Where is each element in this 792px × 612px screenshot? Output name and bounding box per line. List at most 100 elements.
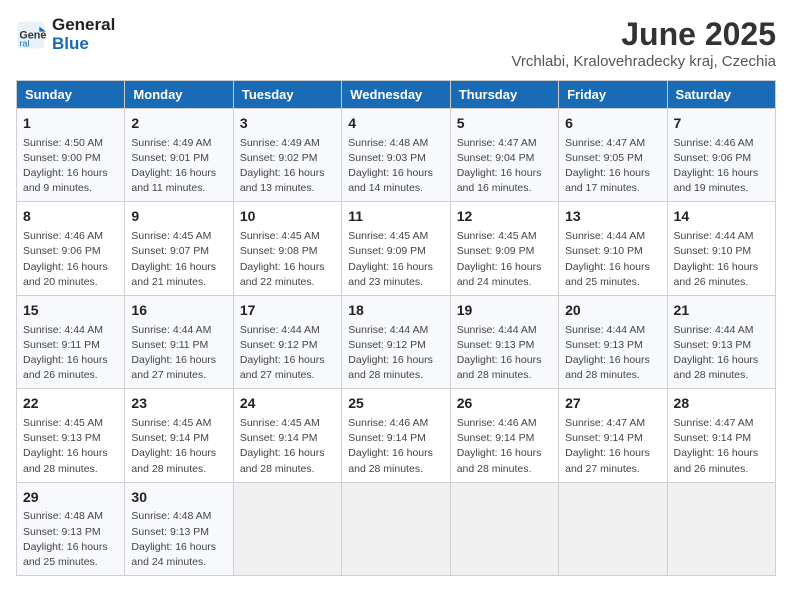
day-info: Sunrise: 4:44 AMSunset: 9:12 PMDaylight:… bbox=[240, 323, 335, 384]
day-number: 18 bbox=[348, 301, 443, 321]
day-number: 24 bbox=[240, 394, 335, 414]
day-number: 2 bbox=[131, 114, 226, 134]
day-header-monday: Monday bbox=[125, 81, 233, 109]
day-number: 21 bbox=[674, 301, 769, 321]
day-info: Sunrise: 4:44 AMSunset: 9:10 PMDaylight:… bbox=[565, 229, 660, 290]
calendar-cell: 23Sunrise: 4:45 AMSunset: 9:14 PMDayligh… bbox=[125, 389, 233, 482]
day-info: Sunrise: 4:44 AMSunset: 9:13 PMDaylight:… bbox=[674, 323, 769, 384]
calendar-cell: 29Sunrise: 4:48 AMSunset: 9:13 PMDayligh… bbox=[17, 482, 125, 575]
day-number: 8 bbox=[23, 207, 118, 227]
calendar-cell: 2Sunrise: 4:49 AMSunset: 9:01 PMDaylight… bbox=[125, 109, 233, 202]
calendar-cell bbox=[233, 482, 341, 575]
day-number: 10 bbox=[240, 207, 335, 227]
main-title: June 2025 bbox=[511, 16, 776, 53]
day-number: 17 bbox=[240, 301, 335, 321]
day-number: 16 bbox=[131, 301, 226, 321]
day-number: 19 bbox=[457, 301, 552, 321]
header: Gene ral General Blue June 2025 Vrchlabi… bbox=[16, 16, 776, 70]
calendar-cell: 27Sunrise: 4:47 AMSunset: 9:14 PMDayligh… bbox=[559, 389, 667, 482]
logo-line1: General bbox=[52, 16, 115, 35]
calendar-cell: 3Sunrise: 4:49 AMSunset: 9:02 PMDaylight… bbox=[233, 109, 341, 202]
day-info: Sunrise: 4:44 AMSunset: 9:10 PMDaylight:… bbox=[674, 229, 769, 290]
day-number: 29 bbox=[23, 488, 118, 508]
logo-line2: Blue bbox=[52, 35, 115, 54]
day-number: 4 bbox=[348, 114, 443, 134]
day-header-wednesday: Wednesday bbox=[342, 81, 450, 109]
calendar-cell: 28Sunrise: 4:47 AMSunset: 9:14 PMDayligh… bbox=[667, 389, 775, 482]
calendar-cell: 15Sunrise: 4:44 AMSunset: 9:11 PMDayligh… bbox=[17, 295, 125, 388]
day-info: Sunrise: 4:46 AMSunset: 9:06 PMDaylight:… bbox=[674, 136, 769, 197]
calendar: SundayMondayTuesdayWednesdayThursdayFrid… bbox=[16, 80, 776, 576]
week-row-2: 8Sunrise: 4:46 AMSunset: 9:06 PMDaylight… bbox=[17, 202, 776, 295]
day-number: 3 bbox=[240, 114, 335, 134]
days-header-row: SundayMondayTuesdayWednesdayThursdayFrid… bbox=[17, 81, 776, 109]
calendar-cell: 21Sunrise: 4:44 AMSunset: 9:13 PMDayligh… bbox=[667, 295, 775, 388]
day-info: Sunrise: 4:47 AMSunset: 9:14 PMDaylight:… bbox=[674, 416, 769, 477]
day-info: Sunrise: 4:49 AMSunset: 9:02 PMDaylight:… bbox=[240, 136, 335, 197]
day-info: Sunrise: 4:47 AMSunset: 9:04 PMDaylight:… bbox=[457, 136, 552, 197]
day-info: Sunrise: 4:45 AMSunset: 9:14 PMDaylight:… bbox=[131, 416, 226, 477]
calendar-cell: 25Sunrise: 4:46 AMSunset: 9:14 PMDayligh… bbox=[342, 389, 450, 482]
calendar-cell: 9Sunrise: 4:45 AMSunset: 9:07 PMDaylight… bbox=[125, 202, 233, 295]
calendar-cell bbox=[450, 482, 558, 575]
day-info: Sunrise: 4:46 AMSunset: 9:06 PMDaylight:… bbox=[23, 229, 118, 290]
day-number: 22 bbox=[23, 394, 118, 414]
calendar-cell: 14Sunrise: 4:44 AMSunset: 9:10 PMDayligh… bbox=[667, 202, 775, 295]
calendar-cell: 19Sunrise: 4:44 AMSunset: 9:13 PMDayligh… bbox=[450, 295, 558, 388]
day-number: 11 bbox=[348, 207, 443, 227]
day-info: Sunrise: 4:44 AMSunset: 9:12 PMDaylight:… bbox=[348, 323, 443, 384]
day-number: 7 bbox=[674, 114, 769, 134]
day-header-saturday: Saturday bbox=[667, 81, 775, 109]
day-number: 6 bbox=[565, 114, 660, 134]
day-number: 9 bbox=[131, 207, 226, 227]
day-info: Sunrise: 4:46 AMSunset: 9:14 PMDaylight:… bbox=[348, 416, 443, 477]
calendar-cell: 10Sunrise: 4:45 AMSunset: 9:08 PMDayligh… bbox=[233, 202, 341, 295]
day-number: 27 bbox=[565, 394, 660, 414]
day-number: 5 bbox=[457, 114, 552, 134]
calendar-cell: 20Sunrise: 4:44 AMSunset: 9:13 PMDayligh… bbox=[559, 295, 667, 388]
day-info: Sunrise: 4:44 AMSunset: 9:11 PMDaylight:… bbox=[131, 323, 226, 384]
calendar-cell: 26Sunrise: 4:46 AMSunset: 9:14 PMDayligh… bbox=[450, 389, 558, 482]
day-header-tuesday: Tuesday bbox=[233, 81, 341, 109]
day-info: Sunrise: 4:44 AMSunset: 9:11 PMDaylight:… bbox=[23, 323, 118, 384]
calendar-cell: 13Sunrise: 4:44 AMSunset: 9:10 PMDayligh… bbox=[559, 202, 667, 295]
day-info: Sunrise: 4:45 AMSunset: 9:08 PMDaylight:… bbox=[240, 229, 335, 290]
day-number: 14 bbox=[674, 207, 769, 227]
day-header-friday: Friday bbox=[559, 81, 667, 109]
day-number: 30 bbox=[131, 488, 226, 508]
calendar-cell: 6Sunrise: 4:47 AMSunset: 9:05 PMDaylight… bbox=[559, 109, 667, 202]
day-number: 13 bbox=[565, 207, 660, 227]
calendar-cell: 22Sunrise: 4:45 AMSunset: 9:13 PMDayligh… bbox=[17, 389, 125, 482]
week-row-1: 1Sunrise: 4:50 AMSunset: 9:00 PMDaylight… bbox=[17, 109, 776, 202]
calendar-cell: 16Sunrise: 4:44 AMSunset: 9:11 PMDayligh… bbox=[125, 295, 233, 388]
calendar-cell: 17Sunrise: 4:44 AMSunset: 9:12 PMDayligh… bbox=[233, 295, 341, 388]
day-number: 23 bbox=[131, 394, 226, 414]
calendar-cell: 8Sunrise: 4:46 AMSunset: 9:06 PMDaylight… bbox=[17, 202, 125, 295]
calendar-cell: 11Sunrise: 4:45 AMSunset: 9:09 PMDayligh… bbox=[342, 202, 450, 295]
logo-icon: Gene ral bbox=[16, 20, 46, 50]
calendar-cell bbox=[342, 482, 450, 575]
day-info: Sunrise: 4:48 AMSunset: 9:03 PMDaylight:… bbox=[348, 136, 443, 197]
calendar-cell: 1Sunrise: 4:50 AMSunset: 9:00 PMDaylight… bbox=[17, 109, 125, 202]
day-info: Sunrise: 4:45 AMSunset: 9:07 PMDaylight:… bbox=[131, 229, 226, 290]
calendar-cell: 4Sunrise: 4:48 AMSunset: 9:03 PMDaylight… bbox=[342, 109, 450, 202]
day-info: Sunrise: 4:44 AMSunset: 9:13 PMDaylight:… bbox=[565, 323, 660, 384]
day-info: Sunrise: 4:50 AMSunset: 9:00 PMDaylight:… bbox=[23, 136, 118, 197]
calendar-cell bbox=[667, 482, 775, 575]
day-info: Sunrise: 4:46 AMSunset: 9:14 PMDaylight:… bbox=[457, 416, 552, 477]
day-info: Sunrise: 4:45 AMSunset: 9:14 PMDaylight:… bbox=[240, 416, 335, 477]
calendar-cell: 24Sunrise: 4:45 AMSunset: 9:14 PMDayligh… bbox=[233, 389, 341, 482]
day-number: 26 bbox=[457, 394, 552, 414]
calendar-cell: 30Sunrise: 4:48 AMSunset: 9:13 PMDayligh… bbox=[125, 482, 233, 575]
day-header-thursday: Thursday bbox=[450, 81, 558, 109]
title-area: June 2025 Vrchlabi, Kralovehradecky kraj… bbox=[511, 16, 776, 70]
day-info: Sunrise: 4:45 AMSunset: 9:13 PMDaylight:… bbox=[23, 416, 118, 477]
day-header-sunday: Sunday bbox=[17, 81, 125, 109]
day-info: Sunrise: 4:47 AMSunset: 9:14 PMDaylight:… bbox=[565, 416, 660, 477]
day-info: Sunrise: 4:49 AMSunset: 9:01 PMDaylight:… bbox=[131, 136, 226, 197]
svg-text:ral: ral bbox=[19, 38, 29, 48]
day-info: Sunrise: 4:45 AMSunset: 9:09 PMDaylight:… bbox=[348, 229, 443, 290]
day-number: 28 bbox=[674, 394, 769, 414]
week-row-4: 22Sunrise: 4:45 AMSunset: 9:13 PMDayligh… bbox=[17, 389, 776, 482]
day-number: 1 bbox=[23, 114, 118, 134]
